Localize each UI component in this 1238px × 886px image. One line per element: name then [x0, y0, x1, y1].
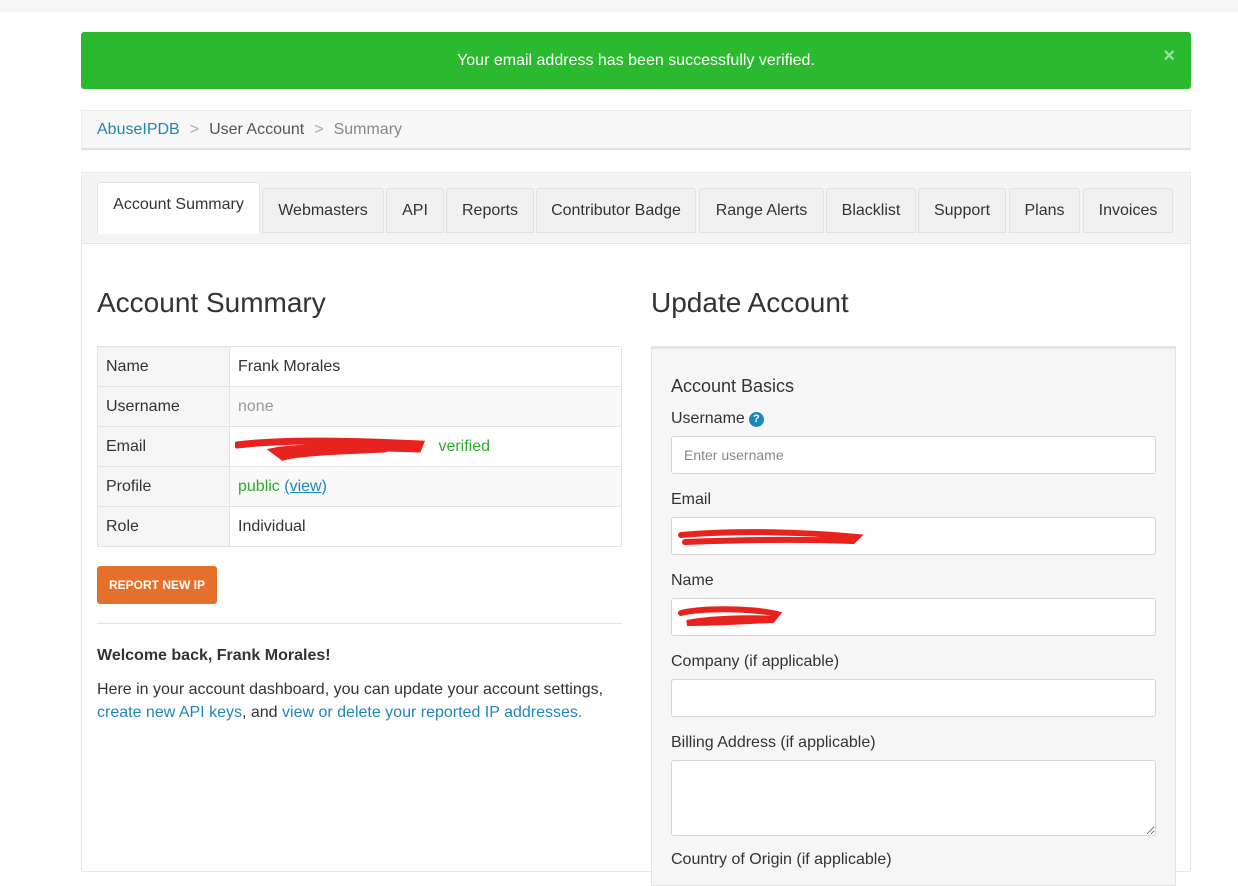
breadcrumb: AbuseIPDB > User Account > Summary	[81, 110, 1191, 150]
email-field-label: Email	[671, 491, 712, 508]
email-value-cell: verified	[229, 426, 622, 467]
welcome-message: Welcome back, Frank Morales!	[97, 647, 331, 664]
username-label: Username	[97, 386, 230, 427]
alert-message: Your email address has been successfully…	[457, 51, 815, 69]
intro-text: Here in your account dashboard, you can …	[97, 681, 604, 698]
intro-end: .	[577, 704, 583, 721]
tab-api[interactable]: API	[386, 188, 444, 233]
top-strip	[0, 0, 1238, 12]
close-icon[interactable]: ×	[1163, 46, 1175, 66]
breadcrumb-current: Summary	[333, 120, 403, 138]
company-input[interactable]	[671, 679, 1156, 717]
profile-label: Profile	[97, 466, 230, 507]
tab-plans[interactable]: Plans	[1009, 188, 1080, 233]
email-verified-badge: verified	[438, 437, 491, 455]
username-input[interactable]	[671, 436, 1156, 474]
tab-support[interactable]: Support	[918, 188, 1006, 233]
table-row: Role Individual	[97, 506, 622, 547]
profile-value-cell: public (view)	[229, 466, 622, 507]
tab-webmasters[interactable]: Webmasters	[262, 188, 384, 233]
role-value: Individual	[229, 506, 622, 547]
divider	[97, 623, 622, 624]
account-basics-legend: Account Basics	[671, 376, 795, 396]
tab-range-alerts[interactable]: Range Alerts	[699, 188, 824, 233]
report-new-ip-button[interactable]: REPORT NEW IP	[97, 566, 217, 604]
company-field-label: Company (if applicable)	[671, 653, 840, 670]
profile-value: public	[238, 477, 280, 495]
name-label: Name	[97, 346, 230, 387]
table-row: Username none	[97, 386, 622, 427]
username-field-label-text: Username	[671, 410, 745, 427]
tab-bar: Account Summary Webmasters API Reports C…	[82, 173, 1190, 244]
tab-blacklist[interactable]: Blacklist	[826, 188, 916, 233]
redaction-scribble	[235, 437, 425, 461]
email-label: Email	[97, 426, 230, 467]
update-account-form: Account Basics Username? Email Name Comp…	[651, 346, 1176, 886]
tab-account-summary[interactable]: Account Summary	[97, 182, 260, 234]
success-alert: Your email address has been successfully…	[81, 32, 1191, 89]
breadcrumb-user-account[interactable]: User Account	[209, 121, 304, 139]
username-value: none	[229, 386, 622, 427]
profile-view-link[interactable]: (view)	[284, 478, 327, 495]
update-account-heading: Update Account	[651, 287, 849, 318]
tab-invoices[interactable]: Invoices	[1083, 188, 1173, 233]
country-field-label: Country of Origin (if applicable)	[671, 851, 892, 868]
name-field-label: Name	[671, 572, 714, 589]
name-input[interactable]	[671, 598, 1156, 636]
name-value: Frank Morales	[229, 346, 622, 387]
tab-contributor-badge[interactable]: Contributor Badge	[536, 188, 696, 233]
account-summary-heading: Account Summary	[97, 287, 326, 318]
email-input[interactable]	[671, 517, 1156, 555]
account-panel: Account Summary Webmasters API Reports C…	[81, 172, 1191, 886]
breadcrumb-home-link[interactable]: AbuseIPDB	[97, 121, 180, 139]
table-row: Name Frank Morales	[97, 346, 622, 387]
table-row: Profile public (view)	[97, 466, 622, 507]
table-row: Email verified	[97, 426, 622, 467]
intro-paragraph: Here in your account dashboard, you can …	[97, 678, 622, 724]
role-label: Role	[97, 506, 230, 547]
username-field-label: Username?	[671, 410, 764, 428]
breadcrumb-separator: >	[189, 120, 200, 138]
billing-address-label: Billing Address (if applicable)	[671, 734, 876, 751]
breadcrumb-separator: >	[314, 120, 324, 138]
tab-reports[interactable]: Reports	[446, 188, 534, 233]
account-summary-table: Name Frank Morales Username none Email v…	[97, 346, 622, 547]
intro-mid: , and	[241, 704, 278, 721]
billing-address-input[interactable]	[671, 760, 1156, 836]
help-icon[interactable]: ?	[748, 411, 764, 427]
view-reported-ips-link[interactable]: view or delete your reported IP addresse…	[282, 704, 578, 721]
create-api-keys-link[interactable]: create new API keys	[97, 704, 242, 721]
